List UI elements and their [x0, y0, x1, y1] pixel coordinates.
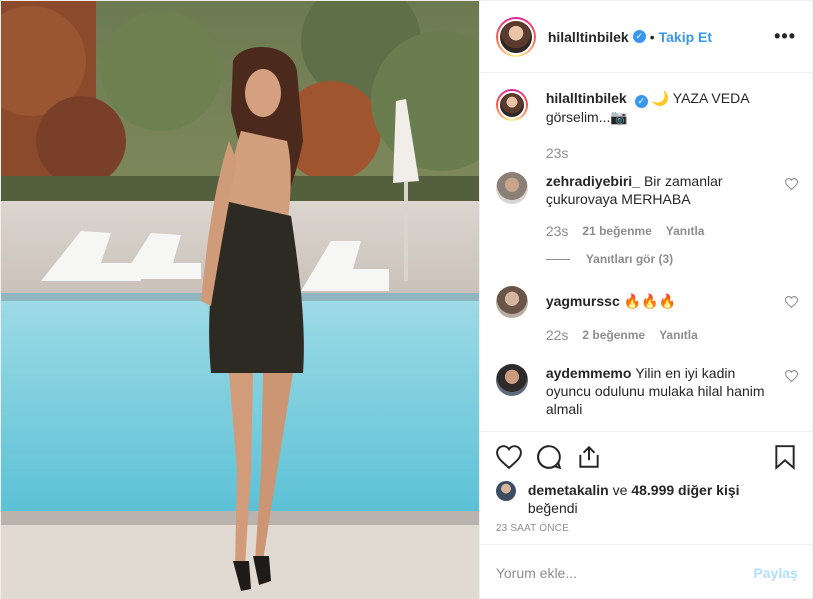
comment-username[interactable]: aydemmemo — [546, 365, 632, 381]
likes-tail: beğendi — [527, 500, 578, 516]
post-sidebar: hilalltinbilek ✓ • Takip Et ••• hilallti… — [478, 1, 813, 599]
liker-username[interactable]: demetakalin — [528, 482, 609, 498]
post-header: hilalltinbilek ✓ • Takip Et ••• — [479, 1, 812, 73]
post-actions: demetakalin ve 48.999 diğer kişi beğendi… — [479, 431, 813, 534]
comment-username[interactable]: zehradiyebiri_ — [546, 173, 640, 189]
follow-button[interactable]: Takip Et — [659, 29, 712, 45]
post-dialog: hilalltinbilek ✓ • Takip Et ••• hilallti… — [0, 0, 813, 599]
comment-likes[interactable]: 21 beğenme — [582, 222, 651, 240]
comment-text: 🔥🔥🔥 — [623, 293, 677, 309]
view-replies-label: Yanıtları gör (3) — [585, 252, 674, 266]
like-heart-icon[interactable] — [495, 444, 522, 470]
likes-summary: demetakalin ve 48.999 diğer kişi beğendi — [495, 481, 798, 517]
replies-line — [545, 258, 570, 260]
comment-row: zehradiyebiri_ Bir zamanlar çukurovaya ME… — [495, 172, 798, 268]
add-comment-bar: Paylaş — [479, 544, 813, 599]
share-icon[interactable] — [576, 444, 602, 470]
like-comment-heart-icon[interactable] — [784, 370, 798, 382]
verified-badge-icon: ✓ — [632, 30, 646, 43]
like-comment-heart-icon[interactable] — [784, 178, 798, 190]
author-avatar[interactable] — [495, 16, 536, 57]
commenter-avatar[interactable] — [495, 172, 528, 204]
comments-list[interactable]: hilalltinbilek ✓ 🌙 YAZA VEDA görselim...📷 … — [480, 73, 813, 431]
more-options-icon[interactable]: ••• — [774, 26, 796, 47]
reply-button[interactable]: Yanıtla — [666, 222, 705, 240]
commenter-avatar[interactable] — [495, 364, 528, 396]
comment-input[interactable] — [495, 564, 754, 581]
liker-avatar[interactable] — [495, 481, 516, 501]
comment-time[interactable]: 22s — [546, 326, 569, 344]
reply-button[interactable]: Yanıtla — [659, 326, 698, 344]
caption-time[interactable]: 23s — [546, 144, 569, 162]
comment-row: yagmurssc 🔥🔥🔥 22s 2 beğenme Yanıtla — [495, 286, 798, 344]
comment-row: aydemmemo Yilin en iyi kadin oyuncu odulu… — [495, 364, 798, 418]
likes-count[interactable]: 48.999 diğer kişi — [631, 482, 739, 498]
comment-time[interactable]: 23s — [546, 222, 569, 240]
caption-row: hilalltinbilek ✓ 🌙 YAZA VEDA görselim...📷 … — [495, 89, 798, 162]
author-username[interactable]: hilalltinbilek — [548, 29, 629, 45]
bookmark-icon[interactable] — [772, 444, 798, 470]
comment-username[interactable]: yagmurssc — [546, 293, 620, 309]
post-photo[interactable] — [1, 1, 479, 599]
post-image — [1, 1, 479, 599]
like-comment-heart-icon[interactable] — [784, 296, 798, 308]
comment-likes[interactable]: 2 beğenme — [582, 326, 645, 344]
caption-username[interactable]: hilalltinbilek — [546, 90, 627, 106]
commenter-avatar[interactable] — [495, 286, 528, 318]
separator-dot: • — [649, 28, 655, 45]
caption-avatar[interactable] — [495, 89, 528, 121]
post-comment-button[interactable]: Paylaş — [753, 565, 797, 581]
view-replies-button[interactable]: Yanıtları gör (3) — [545, 250, 772, 268]
likes-and: ve — [612, 482, 628, 498]
verified-badge-icon: ✓ — [634, 95, 648, 108]
comment-bubble-icon[interactable] — [536, 444, 562, 470]
post-timestamp[interactable]: 23 SAAT ÖNCE — [496, 523, 798, 534]
